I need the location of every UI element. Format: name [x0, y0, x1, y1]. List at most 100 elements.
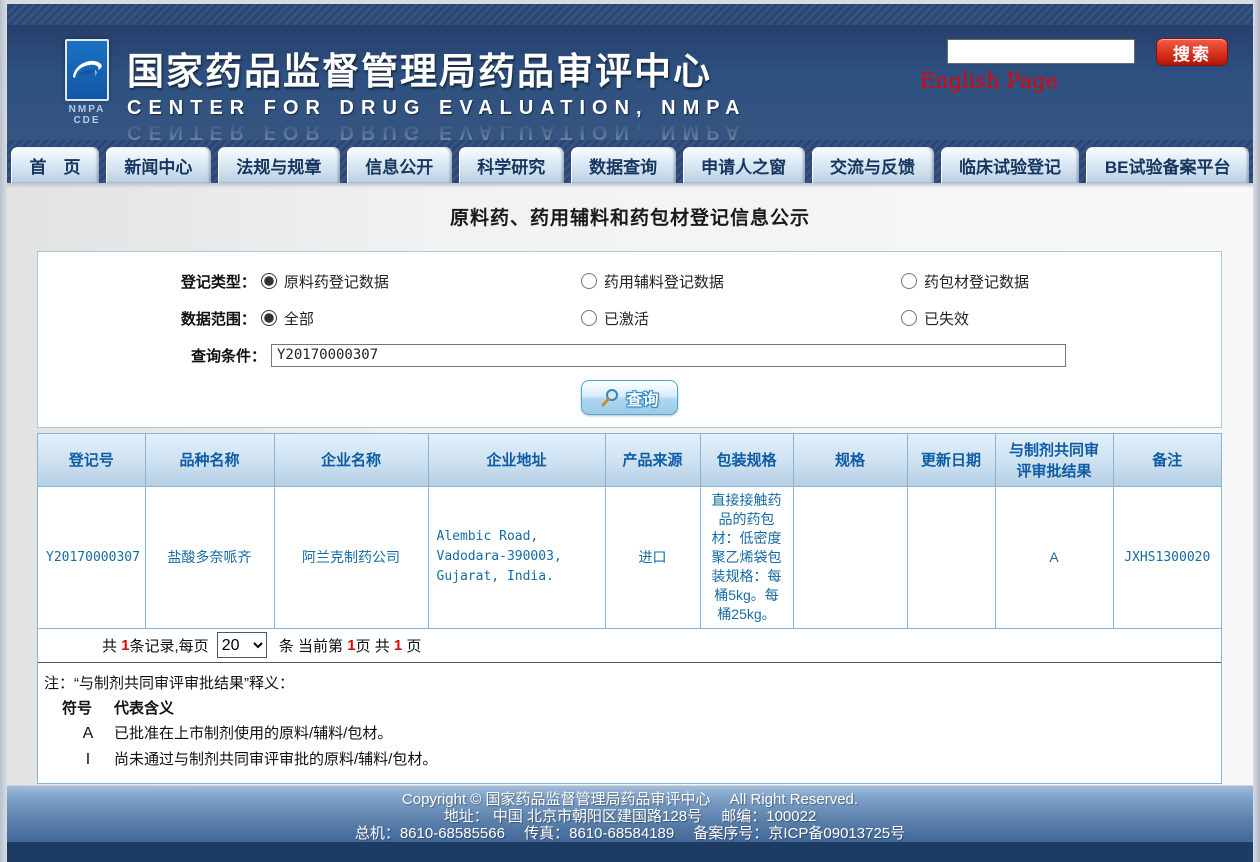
nav-shadow	[7, 183, 1253, 188]
nmpa-cde-logo-icon	[65, 39, 109, 101]
nav-tab-be-platform[interactable]: BE试验备案平台	[1086, 147, 1249, 183]
radio-option-expired[interactable]: 已失效	[901, 308, 1221, 329]
pagination-suffix3: 页	[402, 635, 421, 656]
footer-bottom-band	[7, 842, 1253, 862]
results-panel: 登记号 品种名称 企业名称 企业地址 产品来源 包装规格 规格 更新日期 与制剂…	[37, 433, 1222, 784]
top-band	[7, 4, 1253, 25]
nav-tab-regulations[interactable]: 法规与规章	[218, 147, 340, 183]
logo-caption: NMPA CDE	[57, 104, 117, 126]
nav-tab-data-query[interactable]: 数据查询	[571, 147, 676, 183]
query-condition-label: 查询条件：	[38, 345, 271, 366]
nav-tab-info-disclosure[interactable]: 信息公开	[347, 147, 452, 183]
site-logo[interactable]: NMPA CDE	[57, 39, 117, 126]
radio-option-packaging[interactable]: 药包材登记数据	[901, 271, 1221, 292]
header-search-button[interactable]: 搜索	[1156, 38, 1228, 66]
radio-excipient[interactable]	[581, 273, 597, 289]
brand: 国家药品监督管理局药品审评中心 CENTER FOR DRUG EVALUATI…	[127, 41, 747, 143]
nav-tab-science[interactable]: 科学研究	[459, 147, 564, 183]
site-title-en: CENTER FOR DRUG EVALUATION, NMPA	[127, 97, 747, 120]
table-row: Y20170000307 盐酸多奈哌齐 阿兰克制药公司 Alembic Road…	[38, 486, 1221, 628]
pagination: 共 1条记录,每页 20 条 当前第 1页 共 1 页	[38, 629, 1221, 663]
table-header-row: 登记号 品种名称 企业名称 企业地址 产品来源 包装规格 规格 更新日期 与制剂…	[38, 434, 1221, 486]
form-row-data-scope: 数据范围： 全部 已激活 已失效	[38, 306, 1221, 330]
col-company-address: 企业地址	[428, 434, 605, 486]
cell-product-source: 进口	[605, 486, 700, 628]
main-content: 原料药、药用辅料和药包材登记信息公示 登记类型： 原料药登记数据 药用辅料登记数…	[7, 183, 1253, 785]
notes-title: 注：“与制剂共同审评审批结果”释义：	[44, 671, 1215, 696]
note-symbol-a: A	[62, 721, 114, 747]
radio-activated-label: 已激活	[604, 308, 649, 329]
site-footer: Copyright © 国家药品监督管理局药品审评中心 All Right Re…	[7, 785, 1253, 862]
radio-option-excipient[interactable]: 药用辅料登记数据	[581, 271, 901, 292]
note-row-a: A已批准在上市制剂使用的原料/辅料/包材。	[44, 721, 1215, 747]
current-page: 1	[347, 637, 355, 654]
cell-company-address: Alembic Road, Vadodara-390003, Gujarat, …	[428, 486, 605, 628]
cell-product-name: 盐酸多奈哌齐	[145, 486, 274, 628]
notes-header: 符号代表含义	[44, 696, 1215, 721]
col-product-source: 产品来源	[605, 434, 700, 486]
footer-contact: 总机：8610-68585566 传真：8610-68584189 备案序号：京…	[7, 825, 1253, 842]
radio-option-activated[interactable]: 已激活	[581, 308, 901, 329]
cell-registration-no: Y20170000307	[38, 486, 145, 628]
radio-all[interactable]	[261, 310, 277, 326]
note-row-i: I尚未通过与制剂共同审评审批的原料/辅料/包材。	[44, 747, 1215, 773]
page-title: 原料药、药用辅料和药包材登记信息公示	[7, 203, 1253, 230]
radio-packaging[interactable]	[901, 273, 917, 289]
notes-section: 注：“与制剂共同审评审批结果”释义： 符号代表含义 A已批准在上市制剂使用的原料…	[38, 663, 1221, 783]
cell-packaging-spec: 直接接触药品的药包材：低密度聚乙烯袋包装规格：每桶5kg。每桶25kg。	[700, 486, 793, 628]
pagination-mid: 条记录,每页	[130, 635, 209, 656]
footer-address: 地址： 中国 北京市朝阳区建国路128号 邮编：100022	[7, 808, 1253, 825]
radio-expired[interactable]	[901, 310, 917, 326]
english-page-link[interactable]: English Page	[920, 69, 1058, 93]
magnifier-icon	[600, 388, 620, 408]
header-search	[947, 39, 1135, 64]
col-update-date: 更新日期	[907, 434, 995, 486]
query-form-panel: 登记类型： 原料药登记数据 药用辅料登记数据 药包材登记数据	[37, 251, 1222, 428]
site-header: NMPA CDE 国家药品监督管理局药品审评中心 CENTER FOR DRUG…	[7, 25, 1253, 140]
nav-tab-clinical-trial[interactable]: 临床试验登记	[941, 147, 1080, 183]
form-row-registration-type: 登记类型： 原料药登记数据 药用辅料登记数据 药包材登记数据	[38, 269, 1221, 293]
notes-symbol-header: 符号	[62, 696, 114, 721]
page-frame: NMPA CDE 国家药品监督管理局药品审评中心 CENTER FOR DRUG…	[7, 4, 1253, 862]
site-title-en-reflection: CENTER FOR DRUG EVALUATION, NMPA	[127, 120, 747, 143]
col-joint-review-result: 与制剂共同审评审批结果	[995, 434, 1113, 486]
radio-option-all[interactable]: 全部	[261, 308, 581, 329]
query-button-row: 查询	[38, 380, 1221, 415]
query-button[interactable]: 查询	[581, 380, 678, 415]
note-meaning-i: 尚未通过与制剂共同审评审批的原料/辅料/包材。	[114, 751, 437, 768]
nav-tab-home[interactable]: 首 页	[11, 147, 99, 183]
col-remarks: 备注	[1113, 434, 1221, 486]
data-scope-label: 数据范围：	[38, 308, 261, 329]
nav-tab-news[interactable]: 新闻中心	[106, 147, 211, 183]
notes-meaning-header: 代表含义	[114, 700, 174, 717]
radio-option-api[interactable]: 原料药登记数据	[261, 271, 581, 292]
main-nav: 首 页 新闻中心 法规与规章 信息公开 科学研究 数据查询 申请人之窗 交流与反…	[7, 140, 1253, 183]
query-condition-input[interactable]	[271, 344, 1066, 367]
page: NMPA CDE 国家药品监督管理局药品审评中心 CENTER FOR DRUG…	[0, 0, 1260, 862]
form-row-query-condition: 查询条件：	[38, 343, 1221, 367]
header-search-input[interactable]	[947, 39, 1135, 64]
cell-joint-review-result: A	[995, 486, 1113, 628]
swoosh-icon	[69, 55, 105, 85]
nav-tab-feedback[interactable]: 交流与反馈	[812, 147, 934, 183]
footer-copyright: Copyright © 国家药品监督管理局药品审评中心 All Right Re…	[7, 791, 1253, 808]
col-packaging-spec: 包装规格	[700, 434, 793, 486]
query-button-label: 查询	[626, 386, 658, 410]
note-symbol-i: I	[62, 747, 114, 773]
page-size-select[interactable]: 20	[217, 632, 267, 658]
note-meaning-a: 已批准在上市制剂使用的原料/辅料/包材。	[114, 725, 392, 742]
col-company-name: 企业名称	[274, 434, 428, 486]
nav-tab-applicant-window[interactable]: 申请人之窗	[683, 147, 805, 183]
pagination-suffix2: 页 共	[356, 635, 394, 656]
footer-text-block: Copyright © 国家药品监督管理局药品审评中心 All Right Re…	[7, 785, 1253, 842]
col-spec: 规格	[793, 434, 907, 486]
col-registration-no: 登记号	[38, 434, 145, 486]
total-records: 1	[121, 637, 129, 654]
cell-update-date	[907, 486, 995, 628]
registration-type-label: 登记类型：	[38, 271, 261, 292]
radio-activated[interactable]	[581, 310, 597, 326]
radio-expired-label: 已失效	[924, 308, 969, 329]
pagination-prefix: 共	[102, 635, 121, 656]
radio-all-label: 全部	[284, 308, 314, 329]
radio-api[interactable]	[261, 273, 277, 289]
